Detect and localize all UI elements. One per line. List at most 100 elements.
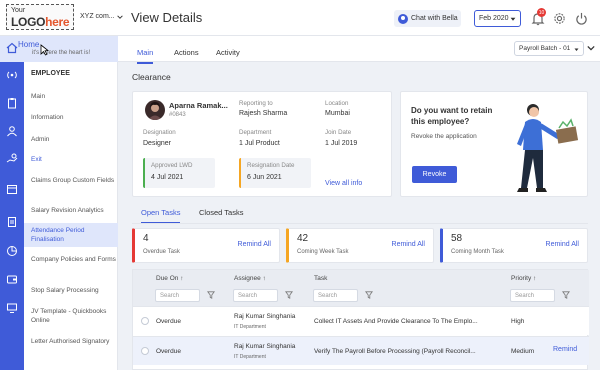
- filter-icon[interactable]: [365, 291, 373, 299]
- resignation-date-box: Resignation Date 6 Jun 2021: [239, 158, 311, 188]
- hand-money-icon[interactable]: [6, 153, 18, 165]
- stat-label: Coming Week Task: [297, 249, 349, 255]
- tab-actions[interactable]: Actions: [174, 48, 199, 57]
- col-assignee[interactable]: Assignee ↑: [234, 275, 266, 282]
- department-cell: IT Department: [234, 354, 266, 360]
- tab-activity[interactable]: Activity: [216, 48, 240, 57]
- chevron-down-icon[interactable]: [587, 44, 595, 52]
- remind-button[interactable]: Remind: [553, 346, 577, 353]
- monitor-icon[interactable]: [6, 302, 18, 314]
- period-selector[interactable]: Feb 2020: [474, 10, 521, 27]
- payroll-batch-select[interactable]: Payroll Batch - 01: [514, 41, 584, 56]
- gear-icon[interactable]: [553, 12, 566, 25]
- tab-closed-tasks[interactable]: Closed Tasks: [199, 208, 243, 217]
- chat-label: Chat with Bella: [411, 15, 458, 22]
- filter-icon[interactable]: [285, 291, 293, 299]
- location-value: Mumbai: [325, 110, 350, 117]
- top-bar: Your LOGOhere XYZ com... View Details Ch…: [0, 0, 600, 36]
- table-header: Due On ↑ Assignee ↑ Task Priority ↑ Sear…: [133, 270, 589, 306]
- resignation-label: Resignation Date: [247, 162, 295, 169]
- resignation-value: 6 Jun 2021: [247, 174, 282, 181]
- coming-week-stat-card: 42 Coming Week Task Remind All: [286, 228, 434, 263]
- clearance-title: Clearance: [132, 72, 171, 82]
- task-search-input[interactable]: Search: [313, 289, 358, 302]
- menu-item-policies[interactable]: Company Policies and Forms: [31, 255, 116, 264]
- col-priority[interactable]: Priority ↑: [511, 275, 536, 282]
- avatar: [145, 100, 165, 120]
- menu-item-main[interactable]: Main: [31, 92, 116, 101]
- stat-label: Overdue Task: [143, 249, 180, 255]
- document-icon[interactable]: [6, 216, 18, 228]
- pie-chart-icon[interactable]: [6, 245, 18, 257]
- due-cell: Overdue: [156, 318, 181, 325]
- period-value: Feb 2020: [479, 15, 509, 22]
- power-icon[interactable]: [575, 12, 588, 25]
- filter-icon[interactable]: [207, 291, 215, 299]
- overdue-stat-card: 4 Overdue Task Remind All: [132, 228, 280, 263]
- broadcast-icon[interactable]: [6, 69, 18, 81]
- task-cell: Verify The Payroll Before Processing (Pa…: [314, 348, 476, 355]
- tab-open-tasks[interactable]: Open Tasks: [141, 208, 181, 224]
- menu-item-exit[interactable]: Exit: [31, 155, 116, 164]
- reporting-label: Reporting to: [239, 100, 273, 107]
- remind-all-button[interactable]: Remind All: [392, 241, 425, 248]
- company-selector[interactable]: XYZ com...: [80, 13, 123, 20]
- coming-month-stat-card: 58 Coming Month Task Remind All: [440, 228, 588, 263]
- employee-card: Aparna Ramak... #0843 Reporting to Rajes…: [132, 91, 392, 197]
- main-content: Main Actions Activity Payroll Batch - 01…: [118, 36, 600, 370]
- wallet-icon[interactable]: [6, 273, 18, 285]
- menu-item-signatory[interactable]: Letter Authorised Signatory: [31, 337, 116, 346]
- assignee-search-input[interactable]: Search: [233, 289, 278, 302]
- col-task[interactable]: Task: [314, 275, 327, 282]
- menu-item-jv-template[interactable]: JV Template - Quickbooks Online: [31, 307, 116, 325]
- stat-count: 58: [451, 233, 463, 244]
- caret-down-icon: [510, 17, 516, 21]
- menu-item-claims[interactable]: Claims Group Custom Fields: [31, 176, 116, 185]
- due-cell: Overdue: [156, 348, 181, 355]
- retain-question: Do you want to retain this employee?: [411, 106, 493, 126]
- bot-avatar-icon: [398, 13, 408, 24]
- company-logo[interactable]: Your LOGOhere: [6, 4, 74, 30]
- remind-all-button[interactable]: Remind All: [238, 241, 271, 248]
- icon-rail: [0, 62, 24, 370]
- page-title: View Details: [131, 10, 203, 25]
- retain-card: Do you want to retain this employee? Rev…: [400, 91, 588, 197]
- menu-item-stop-salary[interactable]: Stop Salary Processing: [31, 286, 116, 295]
- home-label: Home: [18, 40, 40, 49]
- lwd-value: 4 Jul 2021: [151, 174, 184, 181]
- location-label: Location: [325, 100, 349, 107]
- priority-search-input[interactable]: Search: [510, 289, 555, 302]
- stat-count: 4: [143, 233, 149, 244]
- filter-icon[interactable]: [562, 291, 570, 299]
- row-select-radio[interactable]: [141, 317, 149, 325]
- menu-item-attendance[interactable]: Attendance Period Finalisation: [24, 223, 118, 247]
- clipboard-icon[interactable]: [6, 97, 18, 109]
- menu-item-admin[interactable]: Admin: [31, 135, 116, 144]
- menu-item-information[interactable]: Information: [31, 113, 116, 122]
- remind-all-button[interactable]: Remind All: [546, 241, 579, 248]
- priority-cell: High: [511, 318, 525, 325]
- approved-lwd-box: Approved LWD 4 Jul 2021: [143, 158, 215, 188]
- table-row[interactable]: Overdue Raj Kumar Singhania IT Departmen…: [133, 306, 589, 335]
- tab-divider: [132, 223, 588, 224]
- cursor-icon: [40, 44, 49, 56]
- table-row[interactable]: Overdue Raj Kumar Singhania IT Departmen…: [133, 336, 589, 365]
- row-select-radio[interactable]: [141, 347, 149, 355]
- revoke-button[interactable]: Revoke: [412, 166, 457, 183]
- department-cell: IT Department: [234, 324, 266, 330]
- due-search-input[interactable]: Search: [155, 289, 200, 302]
- tab-main[interactable]: Main: [137, 48, 154, 64]
- employee-id: #0843: [169, 112, 186, 118]
- tasks-table: Due On ↑ Assignee ↑ Task Priority ↑ Sear…: [132, 269, 589, 370]
- view-all-info-link[interactable]: View all info: [325, 180, 362, 187]
- calendar-icon[interactable]: [6, 183, 18, 195]
- menu-item-salary-revision[interactable]: Salary Revision Analytics: [31, 206, 116, 215]
- chat-with-bella-button[interactable]: Chat with Bella: [394, 10, 461, 27]
- assignee-cell: Raj Kumar Singhania: [234, 343, 296, 350]
- batch-value: Payroll Batch - 01: [519, 45, 571, 52]
- designation-label: Designation: [143, 129, 176, 136]
- col-due-on[interactable]: Due On ↑: [156, 275, 183, 282]
- department-value: 1 Jul Product: [239, 140, 280, 147]
- user-icon[interactable]: [6, 125, 18, 137]
- caret-down-icon: [574, 48, 579, 51]
